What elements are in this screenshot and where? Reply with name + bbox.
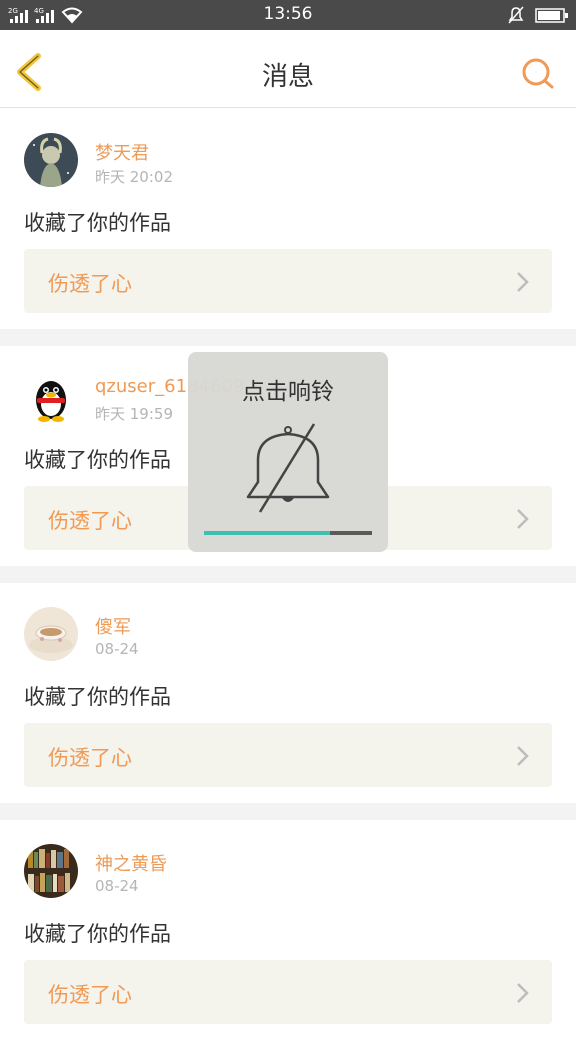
work-link[interactable]: 伤透了心 [24,960,552,1024]
work-link[interactable]: 伤透了心 [24,723,552,787]
action-text: 收藏了你的作品 [24,448,171,472]
work-title: 伤透了心 [48,746,132,770]
page-title: 消息 [261,62,314,92]
work-title: 伤透了心 [48,983,132,1007]
timestamp: 昨天 20:02 [95,168,173,186]
chevron-right-icon [517,983,529,1003]
bell-muted-icon [246,423,330,513]
chevron-right-icon [517,509,529,529]
divider [0,329,576,346]
silent-bell-icon [508,6,524,24]
timestamp: 08-24 [95,640,139,658]
work-title: 伤透了心 [48,272,132,296]
search-icon[interactable] [518,54,558,94]
message-feed: 梦天君 昨天 20:02 收藏了你的作品 伤透了心 qzuser_6184609… [0,109,576,1040]
divider [0,803,576,820]
timestamp: 昨天 19:59 [95,405,173,423]
qq-penguin-avatar[interactable] [24,370,78,424]
app-header: 消息 [0,30,576,108]
message-card: 梦天君 昨天 20:02 收藏了你的作品 伤透了心 [0,109,576,329]
teacup-avatar[interactable] [24,607,78,661]
username[interactable]: 梦天君 [95,139,149,165]
action-text: 收藏了你的作品 [24,922,171,946]
chevron-right-icon [517,746,529,766]
username[interactable]: 神之黄昏 [95,850,167,876]
anime-girl-avatar[interactable] [24,133,78,187]
status-bar: 2G 4G 13:56 [0,0,576,30]
message-card: 神之黄昏 08-24 收藏了你的作品 伤透了心 [0,820,576,1040]
volume-progress-fill [204,531,330,535]
message-card: 傻军 08-24 收藏了你的作品 伤透了心 [0,583,576,803]
toast-text: 点击响铃 [242,379,334,405]
username[interactable]: 傻军 [95,613,131,639]
chevron-right-icon [517,272,529,292]
volume-progress-bar [204,531,372,535]
bookshelf-avatar[interactable] [24,844,78,898]
ringer-toast: 点击响铃 [188,352,388,552]
work-link[interactable]: 伤透了心 [24,249,552,313]
work-title: 伤透了心 [48,509,132,533]
action-text: 收藏了你的作品 [24,685,171,709]
action-text: 收藏了你的作品 [24,211,171,235]
timestamp: 08-24 [95,877,139,895]
battery-icon [535,8,568,23]
divider [0,566,576,583]
clock: 13:56 [263,4,313,24]
